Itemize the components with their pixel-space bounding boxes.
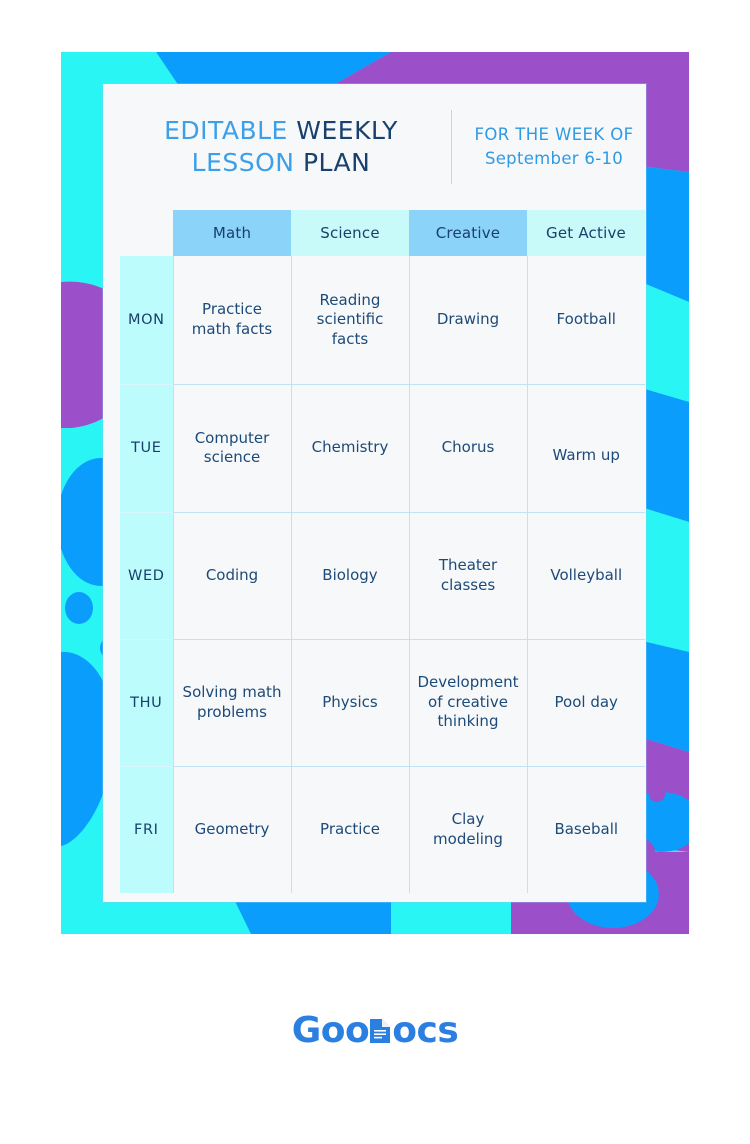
table-row: WED Coding Biology Theater classes Volle… [120, 511, 645, 639]
title-line-2: LESSON PLAN [111, 147, 451, 179]
lesson-plan-card: EDITABLE WEEKLY LESSON PLAN FOR THE WEEK… [103, 84, 646, 902]
cell-wed-get-active[interactable]: Volleyball [526, 511, 645, 639]
cell-mon-creative[interactable]: Drawing [408, 256, 527, 384]
day-label-wed: WED [120, 511, 173, 639]
card-header: EDITABLE WEEKLY LESSON PLAN FOR THE WEEK… [103, 84, 646, 210]
header-divider [451, 110, 452, 184]
title-line-1: EDITABLE WEEKLY [111, 115, 451, 147]
table-row: MON Practice math facts Reading scientif… [120, 256, 645, 384]
cell-fri-get-active[interactable]: Baseball [526, 765, 645, 893]
page-title: EDITABLE WEEKLY LESSON PLAN [103, 115, 451, 179]
cell-tue-science[interactable]: Chemistry [290, 383, 409, 512]
week-label: FOR THE WEEK OF [474, 125, 634, 145]
cell-thu-creative[interactable]: Development of creative thinking [408, 638, 527, 766]
day-label-thu: THU [120, 638, 173, 766]
cell-wed-math[interactable]: Coding [172, 511, 291, 639]
title-word-weekly: WEEKLY [296, 116, 398, 145]
day-label-tue: TUE [120, 383, 173, 512]
footer: Goo ocs [0, 1010, 750, 1051]
week-range: FOR THE WEEK OF September 6-10 [468, 123, 646, 171]
cell-tue-creative[interactable]: Chorus [408, 383, 527, 512]
lesson-plan-table: Math Science Creative Get Active MON Pra… [120, 210, 645, 893]
header-corner-cell [120, 210, 173, 256]
logo-text-goo: Goo [291, 1010, 370, 1051]
table-body: MON Practice math facts Reading scientif… [120, 256, 645, 893]
cell-tue-math[interactable]: Computer science [172, 383, 291, 512]
title-word-plan: PLAN [302, 148, 371, 177]
column-header-get-active[interactable]: Get Active [527, 210, 645, 256]
title-word-editable: EDITABLE [164, 116, 288, 145]
table-row: THU Solving math problems Physics Develo… [120, 638, 645, 766]
cell-fri-math[interactable]: Geometry [172, 765, 291, 893]
column-header-creative[interactable]: Creative [409, 210, 527, 256]
day-label-fri: FRI [120, 765, 173, 893]
cell-fri-science[interactable]: Practice [290, 765, 409, 893]
cell-wed-science[interactable]: Biology [290, 511, 409, 639]
cell-mon-math[interactable]: Practice math facts [172, 256, 291, 384]
table-head: Math Science Creative Get Active [120, 210, 645, 256]
table-header-row: Math Science Creative Get Active [120, 210, 645, 256]
document-icon [369, 1017, 391, 1045]
goodocs-logo[interactable]: Goo ocs [292, 1010, 459, 1051]
day-label-mon: MON [120, 256, 173, 384]
cell-mon-get-active[interactable]: Football [526, 256, 645, 384]
table-row: TUE Computer science Chemistry Chorus Wa… [120, 383, 645, 512]
cell-thu-science[interactable]: Physics [290, 638, 409, 766]
column-header-science[interactable]: Science [291, 210, 409, 256]
cell-fri-creative[interactable]: Clay modeling [408, 765, 527, 893]
cell-thu-math[interactable]: Solving math problems [172, 638, 291, 766]
logo-text-ocs: ocs [392, 1010, 459, 1051]
title-word-lesson: LESSON [191, 148, 295, 177]
page-root: EDITABLE WEEKLY LESSON PLAN FOR THE WEEK… [0, 0, 750, 1144]
cell-mon-science[interactable]: Reading scientific facts [290, 256, 409, 384]
table-row: FRI Geometry Practice Clay modeling Base… [120, 765, 645, 893]
cell-wed-creative[interactable]: Theater classes [408, 511, 527, 639]
cell-tue-get-active[interactable]: Warm up [526, 383, 645, 512]
column-header-math[interactable]: Math [173, 210, 291, 256]
cell-thu-get-active[interactable]: Pool day [526, 638, 645, 766]
week-value[interactable]: September 6-10 [468, 147, 640, 171]
